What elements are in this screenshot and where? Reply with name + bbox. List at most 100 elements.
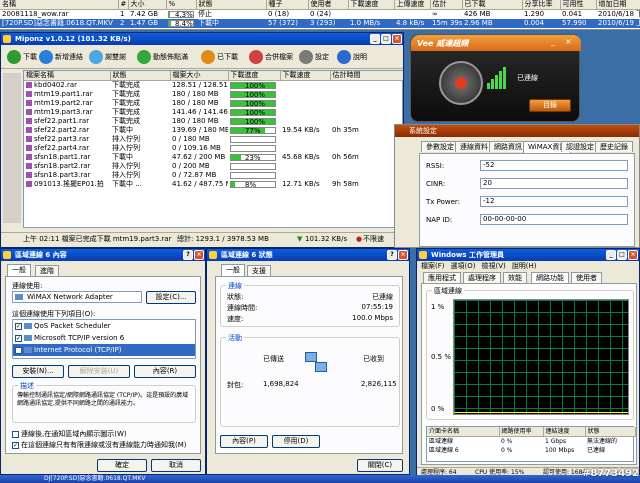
wimax-tab[interactable]: 認證設定 <box>561 141 599 152</box>
add-link-toolbar-button[interactable]: 新增連結 <box>39 48 83 66</box>
download-row[interactable]: kbd0402.rar 下載完成 128.51 / 128.51 MB 100% <box>24 81 403 91</box>
merge-toolbar-button[interactable]: 合併檔案 <box>249 48 293 66</box>
component-item[interactable]: ✓ QoS Packet Scheduler <box>13 320 195 332</box>
wimax-tab[interactable]: 歷史記錄 <box>595 141 633 152</box>
adapter-col-header[interactable]: 連結速度 <box>543 427 586 437</box>
download-row[interactable]: sfef22.part2.rar 下載中 139.69 / 180 MB 77% 19.… <box>24 126 403 135</box>
wimax-tab[interactable]: 參數設定 <box>421 141 459 152</box>
install-button[interactable]: 安裝(N)... <box>12 365 64 378</box>
taskmgr-tab[interactable]: 處理程序 <box>463 272 501 283</box>
adapter-row[interactable]: 區域連線 0 % 1 Gbps 無法連線的 <box>427 437 635 447</box>
adapter-col-header[interactable]: 介面卡名稱 <box>427 427 500 437</box>
torrent-col-header[interactable]: % <box>166 0 197 10</box>
torrent-col-header[interactable]: 上傳速度 <box>394 0 431 10</box>
torrent-col-header[interactable]: 增加日期 <box>596 0 640 10</box>
torrent-row[interactable]: [720P.SD]惡念書籍.0618.QT.MKV 2 1.47 GB 8.4% 下載中… <box>0 19 640 28</box>
torrent-col-header[interactable]: 使用者 <box>308 0 349 10</box>
adapter-col-header[interactable]: 網路使用率 <box>499 427 544 437</box>
miponz-title-bar[interactable]: Miponz v1.0.12 (101.32 KB/s) _ □ × <box>1 33 403 45</box>
tm-minimize-button[interactable]: _ <box>606 250 616 260</box>
close-icon[interactable]: × <box>565 37 572 46</box>
props-title-bar[interactable]: 區域連線 6 內容 ? × <box>1 249 205 261</box>
component-item[interactable]: ✓ Internet Protocol (TCP/IP) <box>13 344 195 356</box>
torrent-col-header[interactable]: 種子 <box>266 0 309 10</box>
status-close-x-button[interactable]: × <box>398 250 408 260</box>
taskbar-item[interactable]: DJ[720P.SD]惡念書籍.0618.QT.MKV <box>44 475 145 483</box>
opt-notify[interactable]: ✓ 在這個連線只有有限連線或沒有連線能力時通知我(M) <box>12 440 187 450</box>
tab-support[interactable]: 支援 <box>247 265 271 276</box>
tab-advanced[interactable]: 進階 <box>35 265 59 276</box>
close-button[interactable]: × <box>392 34 402 44</box>
component-item[interactable]: ✓ Microsoft TCP/IP version 6 <box>13 332 195 344</box>
download-row[interactable]: mtm19.part3.rar 下載完成 141.46 / 141.46 MB 100… <box>24 108 403 117</box>
connect-button[interactable] <box>439 61 483 105</box>
status-limit[interactable]: 不限速 <box>363 233 384 246</box>
download-col-header[interactable]: 下載速度 <box>280 71 331 81</box>
download-row[interactable]: sfsn18.part3.rar 排入佇列 0 / 72.87 MB <box>24 171 403 180</box>
opt-show-icon[interactable]: 連線後,在通知區域內顯示圖示(W) <box>12 429 127 439</box>
download-row[interactable]: sfef22.part4.rar 排入佇列 0 / 109.16 MB <box>24 144 403 153</box>
taskmgr-menu-item[interactable]: 說明(H) <box>512 261 537 271</box>
torrent-col-header[interactable]: 大小 <box>128 0 167 10</box>
wimax-tab[interactable]: 連線資料 <box>455 141 493 152</box>
taskmgr-menu-item[interactable]: 選項(O) <box>451 261 476 271</box>
download-toolbar-button[interactable]: 下載 <box>7 48 37 66</box>
download-row[interactable]: sfsn18.part2.rar 排入佇列 0 / 200 MB <box>24 162 403 171</box>
torrent-col-header[interactable]: 名稱 <box>0 0 119 10</box>
component-checkbox[interactable]: ✓ <box>15 346 22 354</box>
component-checkbox[interactable]: ✓ <box>15 322 22 330</box>
help-button[interactable]: ? <box>183 250 193 260</box>
adapter-col-header[interactable]: 狀態 <box>585 427 636 437</box>
disable-button[interactable]: 停用(D) <box>272 435 320 448</box>
settings-toolbar-button[interactable]: 設定 <box>299 48 329 66</box>
status-help-button[interactable]: ? <box>387 250 397 260</box>
props-close-button[interactable]: × <box>194 250 204 260</box>
status-title-bar[interactable]: 區域連線 6 狀態 ? × <box>207 249 409 261</box>
download-col-header[interactable]: 檔案大小 <box>170 71 229 81</box>
download-col-header[interactable]: 狀態 <box>110 71 171 81</box>
torrent-col-header[interactable]: 分享比率 <box>522 0 561 10</box>
download-row[interactable]: sfef22.part3.rar 排入佇列 0 / 180 MB <box>24 135 403 144</box>
status-close-button[interactable]: 關閉(C) <box>357 459 403 472</box>
properties-button[interactable]: 內容(R) <box>134 365 196 378</box>
tm-close-button[interactable]: × <box>628 250 638 260</box>
minimize-button[interactable]: _ <box>370 34 380 44</box>
dynamic-toolbar-button[interactable]: 動態佈點滿 <box>137 48 188 66</box>
download-row[interactable]: sfef22.part1.rar 下載完成 180 / 180 MB 100% <box>24 117 403 126</box>
tm-maximize-button[interactable]: □ <box>617 250 627 260</box>
wimax-title-bar[interactable]: 系統設定 <box>395 125 639 137</box>
ok-button[interactable]: 確定 <box>97 459 147 472</box>
tab-general[interactable]: 一般 <box>7 264 31 276</box>
downloaded-toolbar-button[interactable]: 已下載 <box>201 48 238 66</box>
torrent-col-header[interactable]: 可用性 <box>560 0 597 10</box>
thanks-toolbar-button[interactable]: 謝雙謝 <box>89 48 126 66</box>
opt-show-icon-checkbox[interactable] <box>12 430 19 438</box>
help-toolbar-button[interactable]: 說明 <box>337 48 367 66</box>
taskmgr-tab[interactable]: 使用者 <box>571 272 602 283</box>
taskmgr-menu-item[interactable]: 檔案(F) <box>421 261 445 271</box>
taskmgr-title-bar[interactable]: Windows 工作管理員 _ □ × <box>417 249 639 261</box>
adapter-row[interactable]: 區域連線 6 0 % 100 Mbps 已連線 <box>427 446 635 455</box>
download-row[interactable]: sfsn18.part1.rar 下載中 47.62 / 200 MB 23% 45.6… <box>24 153 403 162</box>
component-checkbox[interactable]: ✓ <box>15 334 22 342</box>
torrent-col-header[interactable]: 估計 <box>430 0 463 10</box>
taskmgr-tab[interactable]: 應用程式 <box>423 272 461 283</box>
torrent-col-header[interactable]: 已下載 <box>462 0 523 10</box>
configure-button[interactable]: 設定(C)... <box>146 291 196 304</box>
wimax-tab[interactable]: 網路資訊 <box>489 141 527 152</box>
torrent-row[interactable]: 20081118_wow.rar 1 7.42 GB 4.3% 停止 0 (18) 0 (2… <box>0 10 640 20</box>
cancel-button[interactable]: 取消 <box>151 459 201 472</box>
opt-notify-checkbox[interactable]: ✓ <box>12 441 19 449</box>
status-properties-button[interactable]: 內容(P) <box>220 435 268 448</box>
download-row[interactable]: 091013.搖擺EP01.拍下載中 ... 41.62 / 487.75 MB 8… <box>24 180 403 189</box>
taskmgr-tab[interactable]: 效能 <box>503 272 527 283</box>
download-row[interactable]: mtm19.part2.rar 下載完成 180 / 180 MB 100% <box>24 99 403 108</box>
download-col-header[interactable]: 估計時間 <box>330 71 403 81</box>
torrent-col-header[interactable]: 下載速度 <box>348 0 395 10</box>
vee-menu-button[interactable]: 目錄 <box>529 99 571 112</box>
torrent-col-header[interactable]: # <box>118 0 129 10</box>
minimize-icon[interactable]: _ <box>551 37 555 46</box>
uninstall-button[interactable]: 解除安裝(U) <box>68 365 130 378</box>
download-col-header[interactable]: 下載進度 <box>228 71 281 81</box>
download-row[interactable]: mtm19.part1.rar 下載完成 180 / 180 MB 100% <box>24 90 403 99</box>
